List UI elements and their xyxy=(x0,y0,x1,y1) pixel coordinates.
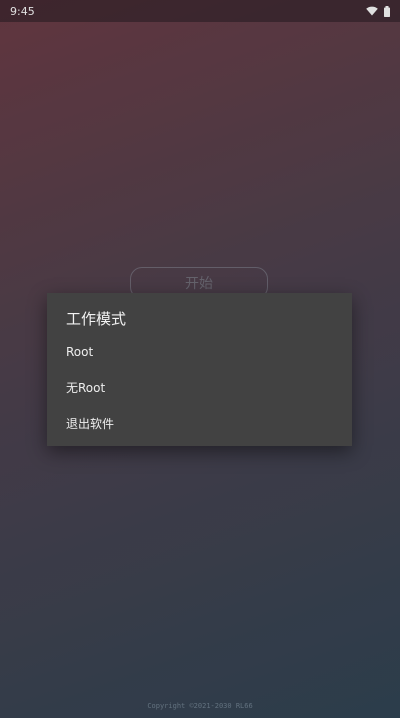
dialog-title: 工作模式 xyxy=(66,310,127,328)
app-screen: 9:45 开始 工作模式 Root 无Root 退出软件 Copyright ©… xyxy=(0,0,400,718)
option-root[interactable]: Root xyxy=(47,337,352,367)
option-no-root[interactable]: 无Root xyxy=(47,372,352,402)
work-mode-dialog: 工作模式 Root 无Root 退出软件 xyxy=(47,293,352,446)
copyright-text: Copyright ©2021-2030 RL66 xyxy=(147,702,253,710)
option-exit-app-label: 退出软件 xyxy=(66,416,115,431)
option-exit-app[interactable]: 退出软件 xyxy=(47,408,352,438)
option-root-label: Root xyxy=(66,345,94,359)
option-no-root-label: 无Root xyxy=(66,380,106,395)
